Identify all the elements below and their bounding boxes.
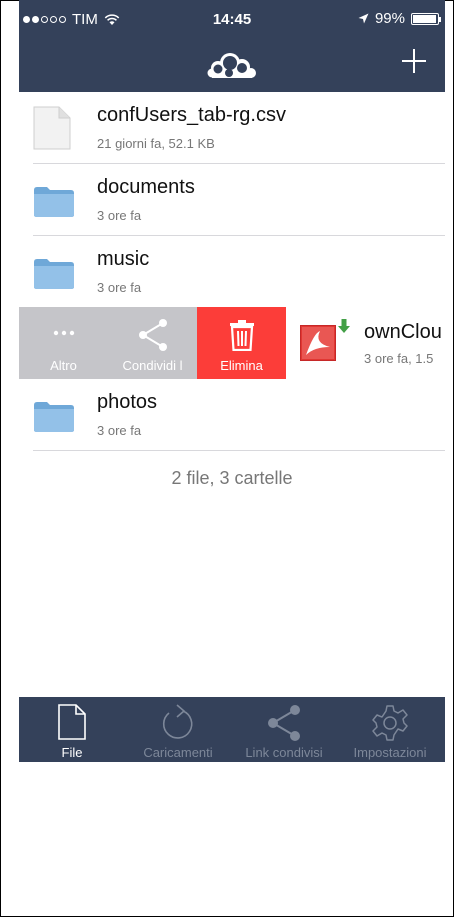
swiped-list-item[interactable]: Altro Condividi l Elimina ownClou 3 ore …	[19, 307, 445, 379]
more-action-button[interactable]: Altro	[19, 307, 108, 379]
file-meta: 21 giorni fa, 52.1 KB	[97, 136, 215, 151]
document-icon	[33, 106, 71, 150]
file-icon	[58, 704, 86, 740]
folder-icon	[34, 402, 74, 432]
folder-name: music	[97, 248, 150, 270]
folder-meta: 3 ore fa	[97, 280, 142, 295]
battery-percentage: 99%	[374, 10, 405, 27]
location-arrow-icon	[358, 13, 369, 24]
gear-icon	[372, 705, 408, 741]
tab-file[interactable]: File	[19, 697, 125, 762]
file-meta: 3 ore fa, 1.5	[364, 351, 434, 366]
app-screen: TIM 14:45 99% confUsers_tab-rg.csv 21 gi…	[19, 0, 445, 762]
refresh-icon	[162, 704, 193, 739]
tab-settings[interactable]: Impostazioni	[337, 697, 443, 762]
tab-shared-links[interactable]: Link condivisi	[231, 697, 337, 762]
share-icon	[268, 705, 300, 741]
status-bar: TIM 14:45 99%	[19, 0, 445, 40]
share-action-button[interactable]: Condividi l	[108, 307, 197, 379]
folder-meta: 3 ore fa	[97, 423, 142, 438]
tab-bar: File Caricamenti Link condivisi Impostaz…	[19, 697, 445, 762]
status-right: 99%	[358, 10, 441, 27]
more-dots-icon	[53, 330, 74, 336]
list-item[interactable]: confUsers_tab-rg.csv 21 giorni fa, 52.1 …	[19, 92, 445, 164]
folder-icon	[34, 187, 74, 217]
delete-action-button[interactable]: Elimina	[197, 307, 286, 379]
tab-label: File	[61, 745, 83, 760]
share-icon	[138, 319, 167, 351]
pdf-icon	[300, 325, 336, 361]
folder-meta: 3 ore fa	[97, 208, 142, 223]
file-count-summary: 2 file, 3 cartelle	[171, 468, 293, 488]
delete-action-label: Elimina	[220, 358, 263, 373]
row-divider	[33, 450, 445, 451]
list-item[interactable]: music 3 ore fa	[19, 236, 445, 308]
folder-name: photos	[97, 391, 158, 413]
trash-icon	[229, 320, 254, 351]
list-item[interactable]: documents 3 ore fa	[19, 164, 445, 236]
list-item[interactable]: photos 3 ore fa	[19, 379, 445, 451]
battery-icon	[411, 12, 441, 25]
more-action-label: Altro	[50, 358, 77, 373]
swiped-item-content[interactable]: ownClou 3 ore fa, 1.5	[286, 307, 445, 379]
share-action-label: Condividi l	[122, 358, 183, 373]
folder-name: documents	[97, 176, 195, 198]
navigation-header: TIM 14:45 99%	[19, 0, 445, 92]
folder-icon	[34, 259, 74, 289]
tab-label: Caricamenti	[143, 745, 213, 760]
tab-label: Impostazioni	[353, 745, 427, 760]
tab-label: Link condivisi	[245, 745, 323, 760]
owncloud-logo-icon	[207, 53, 256, 78]
download-arrow-icon	[338, 319, 350, 333]
tab-uploads[interactable]: Caricamenti	[125, 697, 231, 762]
plus-icon[interactable]	[397, 44, 431, 78]
file-name: ownClou	[364, 321, 442, 343]
file-name: confUsers_tab-rg.csv	[97, 104, 286, 126]
